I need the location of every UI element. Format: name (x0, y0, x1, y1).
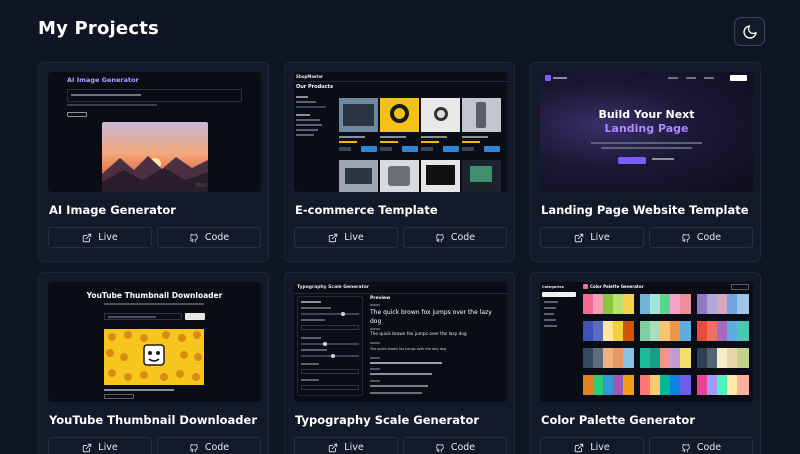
github-icon (435, 443, 444, 452)
code-label: Code (696, 442, 722, 453)
thumb-heading: Our Products (296, 84, 334, 90)
github-icon (681, 233, 690, 242)
live-label: Live (344, 442, 364, 453)
live-label: Live (98, 232, 118, 243)
page-title: My Projects (38, 18, 159, 39)
project-title: AI Image Generator (49, 203, 176, 217)
code-label: Code (450, 442, 476, 453)
live-label: Live (590, 442, 610, 453)
code-label: Code (204, 442, 230, 453)
palette-icon (583, 284, 588, 289)
theme-toggle-button[interactable] (734, 17, 765, 46)
live-button[interactable]: Live (540, 227, 644, 248)
thumb-sample-small: The quick brown fox jumps over the lazy … (370, 347, 447, 351)
github-icon (681, 443, 690, 452)
thumb-logo (545, 75, 551, 81)
page-header: My Projects (0, 0, 800, 62)
moon-icon (742, 24, 757, 39)
thumb-product-image (380, 98, 419, 132)
code-button[interactable]: Code (649, 437, 753, 454)
external-link-icon (329, 443, 338, 452)
project-title: Color Palette Generator (541, 413, 696, 427)
thumb-sidebar-heading: Categories (542, 285, 564, 289)
live-button[interactable]: Live (48, 227, 152, 248)
code-button[interactable]: Code (157, 437, 261, 454)
live-button[interactable]: Live (294, 227, 398, 248)
project-card: Build Your Next Landing Page Landing Pag… (530, 62, 761, 262)
thumb-prompt-box (67, 89, 242, 102)
thumb-product-image (462, 160, 501, 192)
project-card: Typography Scale Generator Preview The q… (284, 272, 515, 454)
project-thumbnail[interactable]: Build Your Next Landing Page (540, 72, 753, 192)
project-title: YouTube Thumbnail Downloader (49, 413, 257, 427)
thumb-product-image (421, 98, 460, 132)
thumb-preview-label: Preview (370, 296, 391, 301)
thumb-add-to-cart (443, 146, 459, 152)
project-thumbnail[interactable]: AI Image Generator (48, 72, 261, 192)
github-icon (435, 233, 444, 242)
project-thumbnail[interactable]: ShopMaster Our Products (294, 72, 507, 192)
thumb-heading: Typography Scale Generator (297, 285, 370, 290)
project-title: Landing Page Website Template (541, 203, 749, 217)
project-card: YouTube Thumbnail Downloader YouTube Thu… (38, 272, 269, 454)
thumb-sample-medium: The quick brown fox jumps over the lazy … (370, 332, 467, 337)
thumb-controls (297, 296, 363, 396)
code-button[interactable]: Code (403, 437, 507, 454)
project-card: AI Image Generator AI Image Generator Li… (38, 62, 269, 262)
thumb-sample-large: The quick brown fox jumps over the lazy … (370, 309, 492, 325)
thumb-add-to-cart (361, 146, 377, 152)
external-link-icon (83, 443, 92, 452)
project-title: E-commerce Template (295, 203, 438, 217)
live-label: Live (590, 232, 610, 243)
thumb-product-image (339, 98, 378, 132)
project-card: ShopMaster Our Products E-commerce Templ… (284, 62, 515, 262)
code-label: Code (696, 232, 722, 243)
thumb-product-image (339, 160, 378, 192)
live-label: Live (344, 232, 364, 243)
thumb-product-image (421, 160, 460, 192)
thumb-add-to-cart (484, 146, 500, 152)
code-label: Code (204, 232, 230, 243)
thumb-product-image (380, 160, 419, 192)
live-button[interactable]: Live (540, 437, 644, 454)
thumb-generated-image (102, 122, 208, 192)
live-label: Live (98, 442, 118, 453)
code-button[interactable]: Code (649, 227, 753, 248)
project-card: Categories Color Palette Generator Color… (530, 272, 761, 454)
external-link-icon (329, 233, 338, 242)
thumb-hero-line2: Landing Page (604, 122, 689, 135)
thumb-heading: YouTube Thumbnail Downloader (86, 291, 223, 300)
project-thumbnail[interactable]: Categories Color Palette Generator (540, 282, 753, 402)
thumb-brand: ShopMaster (296, 74, 323, 79)
github-icon (189, 443, 198, 452)
code-label: Code (450, 232, 476, 243)
palette-swatch-grid (583, 294, 749, 395)
external-link-icon (575, 233, 584, 242)
thumb-hero-line1: Build Your Next (598, 108, 695, 121)
thumb-heading: AI Image Generator (67, 76, 139, 84)
thumb-add-to-cart (402, 146, 418, 152)
project-thumbnail[interactable]: Typography Scale Generator Preview The q… (294, 282, 507, 402)
project-title: Typography Scale Generator (295, 413, 480, 427)
thumb-heading: Color Palette Generator (590, 284, 644, 289)
external-link-icon (83, 233, 92, 242)
live-button[interactable]: Live (294, 437, 398, 454)
live-button[interactable]: Live (48, 437, 152, 454)
code-button[interactable]: Code (403, 227, 507, 248)
thumb-video-image (104, 329, 204, 385)
thumb-product-image (462, 98, 501, 132)
code-button[interactable]: Code (157, 227, 261, 248)
github-icon (189, 233, 198, 242)
thumb-filters (296, 96, 334, 146)
external-link-icon (575, 443, 584, 452)
project-thumbnail[interactable]: YouTube Thumbnail Downloader (48, 282, 261, 402)
thumb-cta-button (618, 157, 646, 164)
